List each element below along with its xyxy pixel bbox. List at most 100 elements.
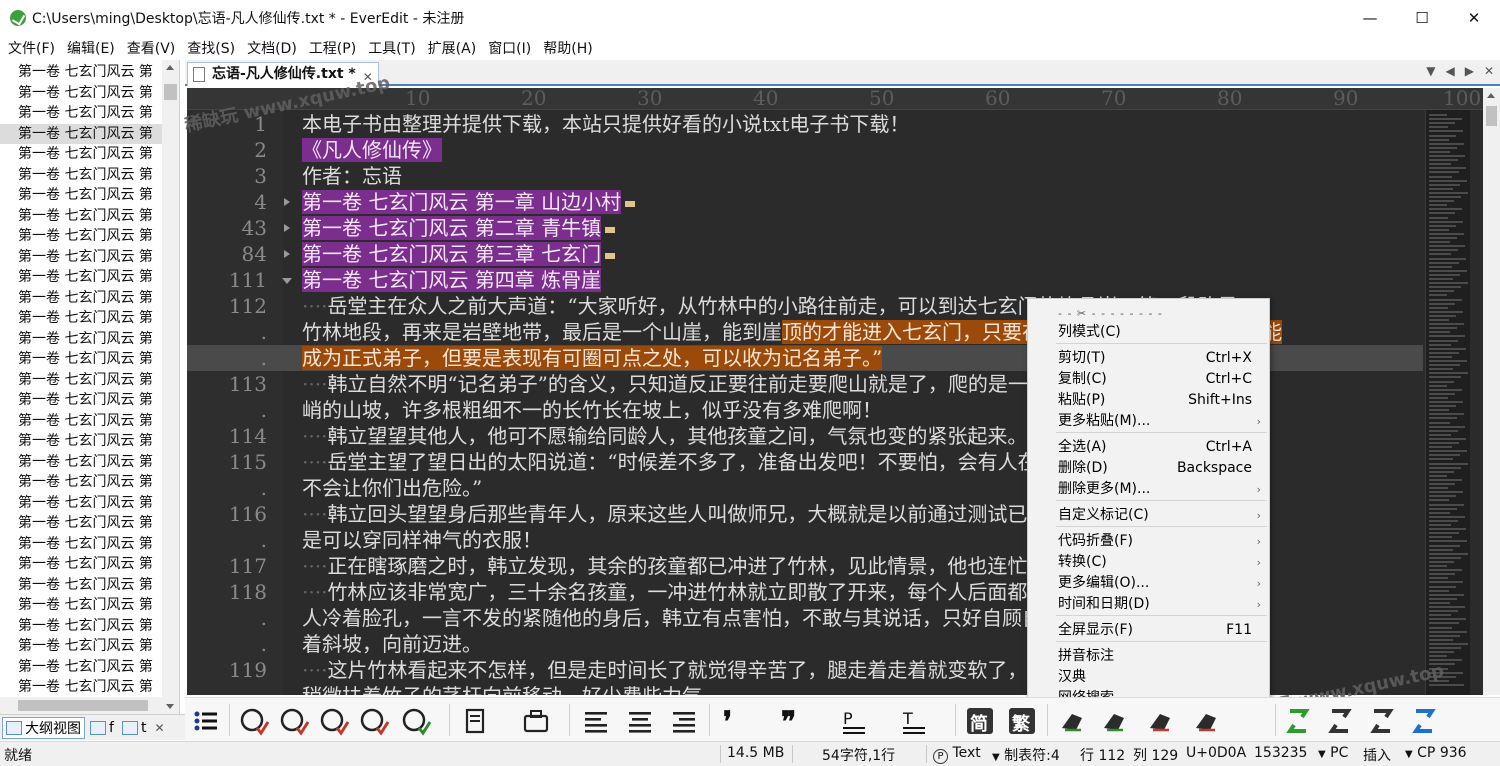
- context-menu-item[interactable]: 自定义标记(C) ›: [1028, 505, 1269, 526]
- question-check-icon[interactable]: [319, 706, 350, 736]
- text-line[interactable]: 3 作者：忘语: [187, 163, 1423, 189]
- recycle-t-icon[interactable]: [1325, 706, 1355, 736]
- scroll-up-arrow-icon[interactable]: [166, 65, 174, 70]
- outline-item[interactable]: 第一卷 七玄门风云 第: [0, 288, 162, 309]
- menu-file[interactable]: 文件(F): [4, 38, 59, 58]
- fold-collapsed-icon[interactable]: [284, 224, 290, 232]
- outline-item[interactable]: 第一卷 七玄门风云 第: [0, 349, 162, 370]
- outline-item[interactable]: 第一卷 七玄门风云 第: [0, 636, 162, 657]
- convert-s-icon[interactable]: [1057, 706, 1087, 736]
- outline-item[interactable]: 第一卷 七玄门风云 第: [0, 83, 162, 104]
- outline-hscroll-thumb[interactable]: [18, 700, 148, 711]
- context-menu-item[interactable]: 粘贴(P) Shift+Ins: [1028, 390, 1269, 411]
- scroll-up-arrow-icon[interactable]: [1487, 93, 1495, 98]
- context-menu-item[interactable]: 删除更多(M)... ›: [1028, 479, 1269, 500]
- outline-item[interactable]: 第一卷 七玄门风云 第: [0, 144, 162, 165]
- outline-item[interactable]: 第一卷 七玄门风云 第: [0, 370, 162, 391]
- context-menu-item[interactable]: 剪切(T) Ctrl+X: [1028, 348, 1269, 369]
- close-document-icon[interactable]: ✕: [1484, 64, 1494, 78]
- outline-item[interactable]: 第一卷 七玄门风云 第: [0, 534, 162, 555]
- menu-window[interactable]: 窗口(I): [484, 38, 535, 58]
- status-insert-mode[interactable]: 插入: [1363, 745, 1391, 765]
- outline-item[interactable]: 第一卷 七玄门风云 第: [0, 62, 162, 83]
- convert-a-icon[interactable]: [1145, 706, 1175, 736]
- outline-item[interactable]: 第一卷 七玄门风云 第: [0, 595, 162, 616]
- simplified-chinese-icon[interactable]: 简: [965, 706, 995, 736]
- outline-item[interactable]: 第一卷 七玄门风云 第: [0, 103, 162, 124]
- outline-item[interactable]: 第一卷 七玄门风云 第: [0, 123, 162, 144]
- tear-off-separator[interactable]: - - ✂ - - - - - - - -: [1058, 307, 1163, 320]
- maximize-button[interactable]: ☐: [1396, 0, 1448, 36]
- convert-r-icon[interactable]: [1099, 706, 1129, 736]
- outline-item[interactable]: 第一卷 七玄门风云 第: [0, 329, 162, 350]
- briefcase-icon[interactable]: [521, 706, 551, 736]
- tab-list-dropdown-icon[interactable]: ▼: [1426, 64, 1435, 78]
- tab-text[interactable]: t: [119, 717, 150, 739]
- outline-item[interactable]: 第一卷 七玄门风云 第: [0, 411, 162, 432]
- outline-scrollbar[interactable]: [162, 60, 179, 714]
- outline-item[interactable]: 第一卷 七玄门风云 第: [0, 677, 162, 698]
- double-quote-icon[interactable]: ❞: [779, 705, 809, 738]
- minimize-button[interactable]: —: [1344, 0, 1396, 36]
- status-syntax-mode[interactable]: P Text: [933, 745, 981, 764]
- spell-check-icon[interactable]: [239, 706, 270, 736]
- outline-item[interactable]: 第一卷 七玄门风云 第: [0, 513, 162, 534]
- paragraph-format-icon[interactable]: P: [839, 706, 869, 736]
- editor-scroll-thumb[interactable]: [1486, 106, 1497, 126]
- outline-item[interactable]: 第一卷 七玄门风云 第: [0, 431, 162, 452]
- outline-item[interactable]: 第一卷 七玄门风云 第: [0, 267, 162, 288]
- outline-item[interactable]: 第一卷 七玄门风云 第: [0, 616, 162, 637]
- outline-horizontal-scrollbar[interactable]: [0, 697, 163, 714]
- scroll-down-arrow-icon[interactable]: [166, 704, 174, 709]
- context-menu-item[interactable]: 全屏显示(F) F11: [1028, 620, 1269, 641]
- document-minimap[interactable]: [1425, 110, 1470, 695]
- recycle-f-icon[interactable]: [1367, 706, 1397, 736]
- close-window-button[interactable]: ✕: [1448, 0, 1500, 36]
- text-check-icon[interactable]: [359, 706, 390, 736]
- context-menu-item[interactable]: 时间和日期(D) ›: [1028, 594, 1269, 615]
- text-line[interactable]: 111 第一卷 七玄门风云 第四章 炼骨崖: [187, 267, 1423, 293]
- align-center-icon[interactable]: [625, 706, 655, 736]
- text-format-icon[interactable]: T: [899, 706, 929, 736]
- tab-scroll-left-icon[interactable]: ◀: [1445, 64, 1454, 78]
- single-quote-icon[interactable]: ❜: [719, 705, 749, 738]
- context-menu-item[interactable]: 代码折叠(F) ›: [1028, 531, 1269, 552]
- recycle-s-icon[interactable]: [1283, 706, 1313, 736]
- panel-close-button[interactable]: ✕: [151, 717, 167, 739]
- recycle-r-icon[interactable]: [1409, 706, 1439, 736]
- menu-search[interactable]: 查找(S): [183, 38, 239, 58]
- text-line[interactable]: 2 《凡人修仙传》: [187, 137, 1423, 163]
- lines-check-icon[interactable]: [401, 706, 432, 736]
- menu-document[interactable]: 文档(D): [243, 38, 301, 58]
- menu-project[interactable]: 工程(P): [305, 38, 360, 58]
- context-menu-item[interactable]: 删除(D) Backspace: [1028, 458, 1269, 479]
- text-line[interactable]: 4 第一卷 七玄门风云 第一章 山边小村: [187, 189, 1423, 215]
- outline-item[interactable]: 第一卷 七玄门风云 第: [0, 185, 162, 206]
- outline-item[interactable]: 第一卷 七玄门风云 第: [0, 452, 162, 473]
- outline-item[interactable]: 第一卷 七玄门风云 第: [0, 575, 162, 596]
- tab-scroll-right-icon[interactable]: ▶: [1465, 64, 1474, 78]
- menu-extensions[interactable]: 扩展(A): [424, 38, 481, 58]
- outline-scroll-thumb[interactable]: [164, 84, 177, 100]
- fold-expanded-icon[interactable]: [282, 278, 292, 284]
- outline-item[interactable]: 第一卷 七玄门风云 第: [0, 165, 162, 186]
- outline-item[interactable]: 第一卷 七玄门风云 第: [0, 247, 162, 268]
- convert-e-icon[interactable]: [1191, 706, 1221, 736]
- traditional-chinese-icon[interactable]: 繁: [1007, 706, 1037, 736]
- outline-item[interactable]: 第一卷 七玄门风云 第: [0, 472, 162, 493]
- outline-item[interactable]: 第一卷 七玄门风云 第: [0, 390, 162, 411]
- context-menu-item[interactable]: 全选(A) Ctrl+A: [1028, 437, 1269, 458]
- context-menu-item[interactable]: 更多编辑(O)... ›: [1028, 573, 1269, 594]
- outdent-icon[interactable]: [581, 706, 611, 736]
- menu-edit[interactable]: 编辑(E): [63, 38, 119, 58]
- context-menu-item[interactable]: 更多粘贴(M)... ›: [1028, 411, 1269, 432]
- folded-content-icon[interactable]: [605, 226, 616, 233]
- outline-item[interactable]: 第一卷 七玄门风云 第: [0, 206, 162, 227]
- editor-area[interactable]: 10 20 30 40 50 60 70 80 90 100 1 本电子书由整理并…: [187, 88, 1483, 695]
- indent-icon[interactable]: [669, 706, 699, 736]
- context-menu-item[interactable]: 转换(C) ›: [1028, 552, 1269, 573]
- text-line[interactable]: 84 第一卷 七玄门风云 第三章 七玄门: [187, 241, 1423, 267]
- menu-tools[interactable]: 工具(T): [364, 38, 419, 58]
- text-line[interactable]: 43 第一卷 七玄门风云 第二章 青牛镇: [187, 215, 1423, 241]
- tab-outline-view[interactable]: 大纲视图: [2, 716, 85, 739]
